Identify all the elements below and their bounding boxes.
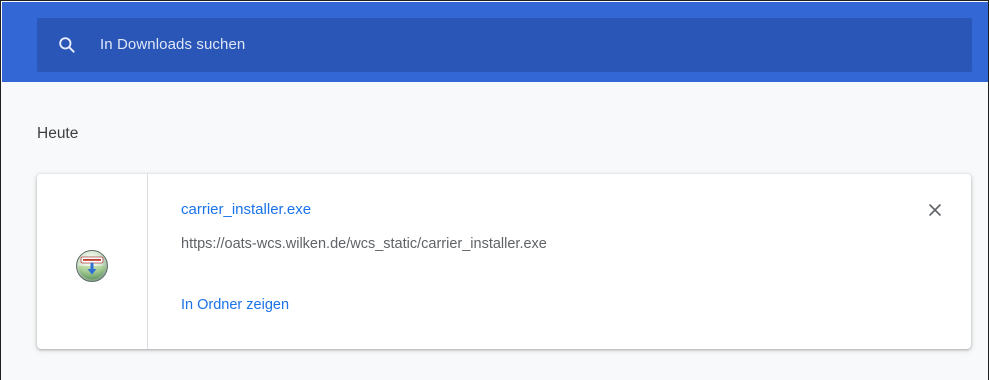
section-title-today: Heute (37, 125, 79, 142)
show-in-folder-link[interactable]: In Ordner zeigen (181, 297, 289, 313)
close-icon (929, 204, 941, 216)
search-placeholder[interactable]: In Downloads suchen (100, 18, 245, 72)
installer-file-icon (76, 250, 108, 282)
download-file-name-link[interactable]: carrier_installer.exe (181, 201, 311, 218)
download-source-url: https://oats-wcs.wilken.de/wcs_static/ca… (181, 236, 547, 252)
download-item-icon-column (37, 174, 148, 349)
downloads-page: In Downloads suchen Heute carrier_instal… (0, 0, 989, 380)
remove-download-button[interactable] (923, 198, 947, 222)
download-item-card: carrier_installer.exe https://oats-wcs.w… (37, 174, 971, 349)
search-field[interactable]: In Downloads suchen (37, 18, 972, 72)
downloads-header: In Downloads suchen (2, 2, 988, 82)
search-icon[interactable] (57, 35, 77, 55)
